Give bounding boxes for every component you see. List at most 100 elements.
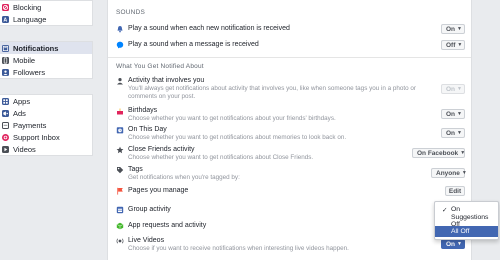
sidebar-item-label: Ads <box>13 108 26 118</box>
row-title: On This Day <box>128 126 167 133</box>
live-videos-select[interactable]: On ▼ <box>441 239 465 249</box>
sidebar-item-videos[interactable]: Videos <box>0 143 92 155</box>
menu-item-suggestions-off[interactable]: Suggestions Off <box>435 214 498 228</box>
apps-icon <box>2 97 9 105</box>
row-description: Choose whether you want to get notificat… <box>128 154 314 161</box>
sidebar-item-notifications[interactable]: Notifications <box>0 42 92 54</box>
birthday-cake-icon <box>116 107 124 115</box>
row-title: Close Friends activity <box>128 146 195 153</box>
chevron-down-icon: ▼ <box>457 26 462 32</box>
sidebar-item-label: Language <box>13 14 47 24</box>
row-title: Birthdays <box>128 107 158 114</box>
live-videos-row: Live Videos Choose if you want to receiv… <box>116 237 465 255</box>
notifications-icon <box>2 44 9 52</box>
row-title: Activity that involves you <box>128 77 205 84</box>
row-description: Choose whether you want to get notificat… <box>128 134 347 141</box>
sound-message-row: Play a sound when a message is received … <box>116 40 465 53</box>
notified-section-title: What You Get Notified About <box>116 63 204 70</box>
sidebar-item-mobile[interactable]: Mobile <box>0 54 92 66</box>
activity-involves-you-row: Activity that involves you You'll always… <box>116 77 465 101</box>
sidebar-group-privacy: Blocking A Language <box>0 0 93 26</box>
sidebar-item-label: Blocking <box>13 2 42 12</box>
select-value: On Facebook <box>417 149 459 157</box>
row-description: Choose if you want to receive notificati… <box>128 245 349 252</box>
sidebar-item-label: Support Inbox <box>13 132 60 142</box>
select-value: On <box>446 110 456 118</box>
payments-icon <box>2 121 9 129</box>
sidebar-item-label: Notifications <box>13 43 59 53</box>
sound-message-label: Play a sound when a message is received <box>128 41 259 48</box>
ads-icon <box>2 109 9 117</box>
mobile-icon <box>2 56 9 64</box>
chevron-down-icon: ▼ <box>457 241 462 247</box>
sidebar-item-ads[interactable]: Ads <box>0 107 92 119</box>
activity-involves-you-select: On ▼ <box>441 84 465 94</box>
menu-item-all-off[interactable]: All Off <box>435 226 498 237</box>
row-title: App requests and activity <box>128 222 207 229</box>
app-requests-row: App requests and activity <box>116 222 465 234</box>
chevron-down-icon: ▼ <box>457 86 462 92</box>
pages-you-manage-edit-button[interactable]: Edit <box>445 186 465 196</box>
group-icon <box>116 206 124 214</box>
sidebar-item-apps[interactable]: Apps <box>0 95 92 107</box>
app-cube-icon <box>116 222 124 230</box>
sidebar-item-support-inbox[interactable]: Support Inbox <box>0 131 92 143</box>
notifications-settings-panel: SOUNDS Play a sound when each new notifi… <box>107 0 472 260</box>
on-this-day-select[interactable]: On ▼ <box>441 128 465 138</box>
chevron-down-icon: ▼ <box>457 111 462 117</box>
sidebar-group-notifications: Notifications Mobile Followers <box>0 41 93 79</box>
sidebar-group-apps: Apps Ads Payments Support Inbox Videos <box>0 94 93 156</box>
close-friends-row: Close Friends activity Choose whether yo… <box>116 146 465 162</box>
pages-you-manage-row: Pages you manage Edit <box>116 186 465 199</box>
select-value: On <box>446 25 456 33</box>
videos-icon <box>2 145 9 153</box>
sidebar-item-language[interactable]: A Language <box>0 13 92 25</box>
close-friends-select[interactable]: On Facebook ▼ <box>412 148 465 158</box>
settings-sidebar: Blocking A Language Notifications Mobile… <box>0 0 93 260</box>
sound-notification-label: Play a sound when each new notification … <box>128 25 290 32</box>
live-videos-dropdown-menu: On Suggestions Off All Off <box>434 201 499 240</box>
tag-icon <box>116 166 124 174</box>
tags-select[interactable]: Anyone ▼ <box>431 168 467 178</box>
row-description: Choose whether you want to get notificat… <box>128 115 336 122</box>
calendar-clock-icon <box>116 126 124 134</box>
sidebar-item-blocking[interactable]: Blocking <box>0 1 92 13</box>
select-value: On <box>446 85 456 93</box>
sound-notification-row: Play a sound when each new notification … <box>116 24 465 37</box>
bell-sound-icon <box>116 25 124 33</box>
group-activity-row: Group activity <box>116 206 465 218</box>
sidebar-item-label: Followers <box>13 67 46 77</box>
row-title: Group activity <box>128 206 171 213</box>
section-divider <box>108 57 471 58</box>
sound-message-select[interactable]: Off ▼ <box>441 40 465 50</box>
support-inbox-icon <box>2 133 9 141</box>
select-value: Off <box>446 41 456 49</box>
chevron-down-icon: ▼ <box>460 150 466 156</box>
chevron-down-icon: ▼ <box>457 42 463 48</box>
sidebar-item-followers[interactable]: Followers <box>0 66 92 78</box>
birthdays-row: Birthdays Choose whether you want to get… <box>116 107 465 123</box>
chevron-down-icon: ▼ <box>461 170 467 176</box>
chevron-down-icon: ▼ <box>457 130 462 136</box>
tags-row: Tags Get notifications when you're tagge… <box>116 166 467 182</box>
language-icon: A <box>2 15 9 23</box>
row-title: Pages you manage <box>128 187 189 194</box>
followers-icon <box>2 68 9 76</box>
star-friends-icon <box>116 146 124 154</box>
select-value: On <box>446 129 456 137</box>
select-value: Anyone <box>436 169 460 177</box>
row-title: Tags <box>128 166 143 173</box>
person-icon <box>116 77 124 85</box>
birthdays-select[interactable]: On ▼ <box>441 109 465 119</box>
button-label: Edit <box>448 187 462 195</box>
on-this-day-row: On This Day Choose whether you want to g… <box>116 126 465 142</box>
sidebar-item-label: Videos <box>13 144 36 154</box>
row-description: Get notifications when you're tagged by: <box>128 174 240 181</box>
row-title: Live Videos <box>128 237 165 244</box>
select-value: On <box>446 240 456 248</box>
sound-notification-select[interactable]: On ▼ <box>441 24 465 34</box>
flag-icon <box>116 187 124 195</box>
sidebar-item-payments[interactable]: Payments <box>0 119 92 131</box>
messenger-icon <box>116 41 124 49</box>
blocking-icon <box>2 3 9 11</box>
